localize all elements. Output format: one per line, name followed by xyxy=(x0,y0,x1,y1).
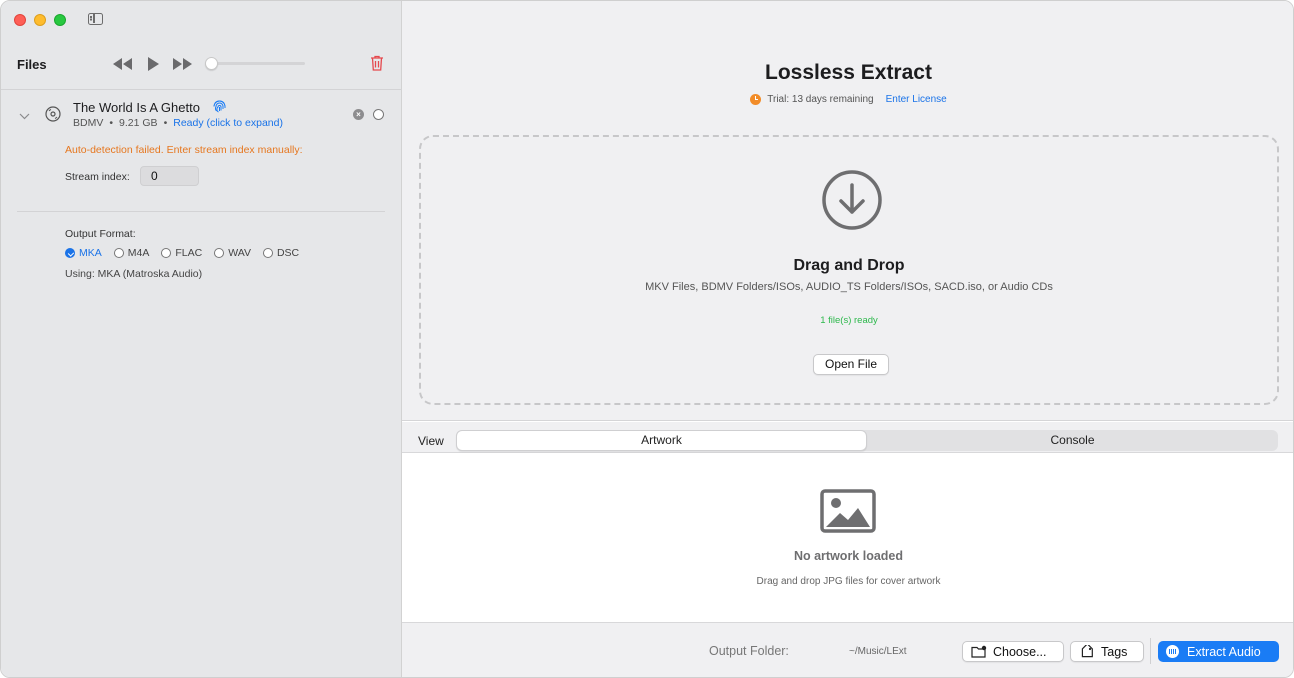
app-window: Files The World Is A Ghetto BDMV • 9.21 GB… xyxy=(0,0,1294,678)
file-size: 9.21 GB xyxy=(119,117,158,129)
radio-checked-icon xyxy=(65,248,75,258)
toolbar-divider xyxy=(1150,638,1151,664)
divider xyxy=(17,211,385,212)
view-segmented-control: Artwork Console xyxy=(456,430,1278,451)
files-ready-text: 1 file(s) ready xyxy=(820,315,878,326)
artwork-hint: Drag and drop JPG files for cover artwor… xyxy=(756,576,941,587)
file-name[interactable]: The World Is A Ghetto xyxy=(73,100,200,115)
close-window-button[interactable] xyxy=(14,14,26,26)
file-type: BDMV xyxy=(73,117,104,129)
auto-detect-warning: Auto-detection failed. Enter stream inde… xyxy=(65,144,303,156)
format-option-wav[interactable]: WAV xyxy=(214,247,251,259)
drop-zone-subtitle: MKV Files, BDMV Folders/ISOs, AUDIO_TS F… xyxy=(645,281,1053,293)
sidebar: Files The World Is A Ghetto BDMV • 9.21 GB… xyxy=(1,1,402,677)
app-title: Lossless Extract xyxy=(765,61,932,84)
stream-index-input[interactable]: 0 xyxy=(140,166,199,186)
main-pane: Lossless Extract Trial: 13 days remainin… xyxy=(402,1,1293,677)
stream-index-label: Stream index: xyxy=(65,171,130,183)
format-option-dsc[interactable]: DSC xyxy=(262,247,299,259)
radio-icon xyxy=(161,248,172,258)
format-option-m4a[interactable]: M4A xyxy=(113,247,149,259)
tab-artwork[interactable]: Artwork xyxy=(456,430,867,451)
fingerprint-icon xyxy=(212,99,227,117)
bottom-toolbar: Output Folder: ~/Music/LExt Choose... Ta… xyxy=(402,623,1293,677)
artwork-drop-area[interactable]: No artwork loaded Drag and drop JPG file… xyxy=(402,453,1293,623)
play-icon[interactable] xyxy=(147,56,159,72)
file-status-link[interactable]: Ready (click to expand) xyxy=(173,117,283,129)
output-format-radio-group: MKA M4A FLAC WAV DSC xyxy=(65,247,299,259)
output-format-label: Output Format: xyxy=(65,228,136,240)
view-label: View xyxy=(418,434,444,448)
file-meta: BDMV • 9.21 GB • Ready (click to expand) xyxy=(73,117,283,129)
file-select-radio[interactable] xyxy=(373,109,384,120)
drop-zone-title: Drag and Drop xyxy=(793,257,905,274)
remove-file-icon[interactable]: × xyxy=(353,109,364,120)
minimize-window-button[interactable] xyxy=(34,14,46,26)
open-file-button[interactable]: Open File xyxy=(813,354,889,375)
format-option-flac[interactable]: FLAC xyxy=(161,247,202,259)
files-title: Files xyxy=(17,57,47,72)
waveform-icon xyxy=(1166,645,1179,658)
image-placeholder-icon xyxy=(820,489,876,536)
radio-icon xyxy=(113,248,124,258)
zoom-window-button[interactable] xyxy=(54,14,66,26)
using-format-text: Using: MKA (Matroska Audio) xyxy=(65,268,203,280)
radio-icon xyxy=(214,248,225,258)
radio-icon xyxy=(262,248,273,258)
tab-console[interactable]: Console xyxy=(867,430,1278,451)
drop-zone[interactable]: Drag and Drop MKV Files, BDMV Folders/IS… xyxy=(419,135,1279,405)
chevron-down-icon[interactable] xyxy=(19,109,30,123)
header-area: Lossless Extract Trial: 13 days remainin… xyxy=(402,1,1293,421)
disc-icon xyxy=(45,106,61,125)
format-option-mka[interactable]: MKA xyxy=(65,247,102,259)
folder-badge-icon xyxy=(971,645,987,658)
trial-text: Trial: 13 days remaining xyxy=(767,94,874,105)
clock-icon xyxy=(750,94,762,105)
trial-status: Trial: 13 days remaining Enter License xyxy=(402,94,1293,105)
view-bar: View Artwork Console xyxy=(402,422,1293,453)
playback-scrubber[interactable] xyxy=(205,57,305,70)
output-folder-path: ~/Music/LExt xyxy=(849,646,907,657)
tag-icon xyxy=(1081,644,1093,657)
scrubber-knob[interactable] xyxy=(205,57,218,70)
extract-audio-button[interactable]: Extract Audio xyxy=(1158,641,1279,662)
tags-button[interactable]: Tags xyxy=(1070,641,1144,662)
output-folder-label: Output Folder: xyxy=(709,644,789,658)
no-artwork-title: No artwork loaded xyxy=(793,549,904,563)
download-arrow-icon xyxy=(822,170,882,233)
choose-folder-button[interactable]: Choose... xyxy=(962,641,1064,662)
divider xyxy=(1,89,402,90)
enter-license-link[interactable]: Enter License xyxy=(886,94,947,105)
sidebar-toggle-icon[interactable] xyxy=(88,13,103,25)
fast-forward-icon[interactable] xyxy=(173,56,193,72)
rewind-icon[interactable] xyxy=(113,56,133,72)
trash-icon[interactable] xyxy=(370,55,384,74)
